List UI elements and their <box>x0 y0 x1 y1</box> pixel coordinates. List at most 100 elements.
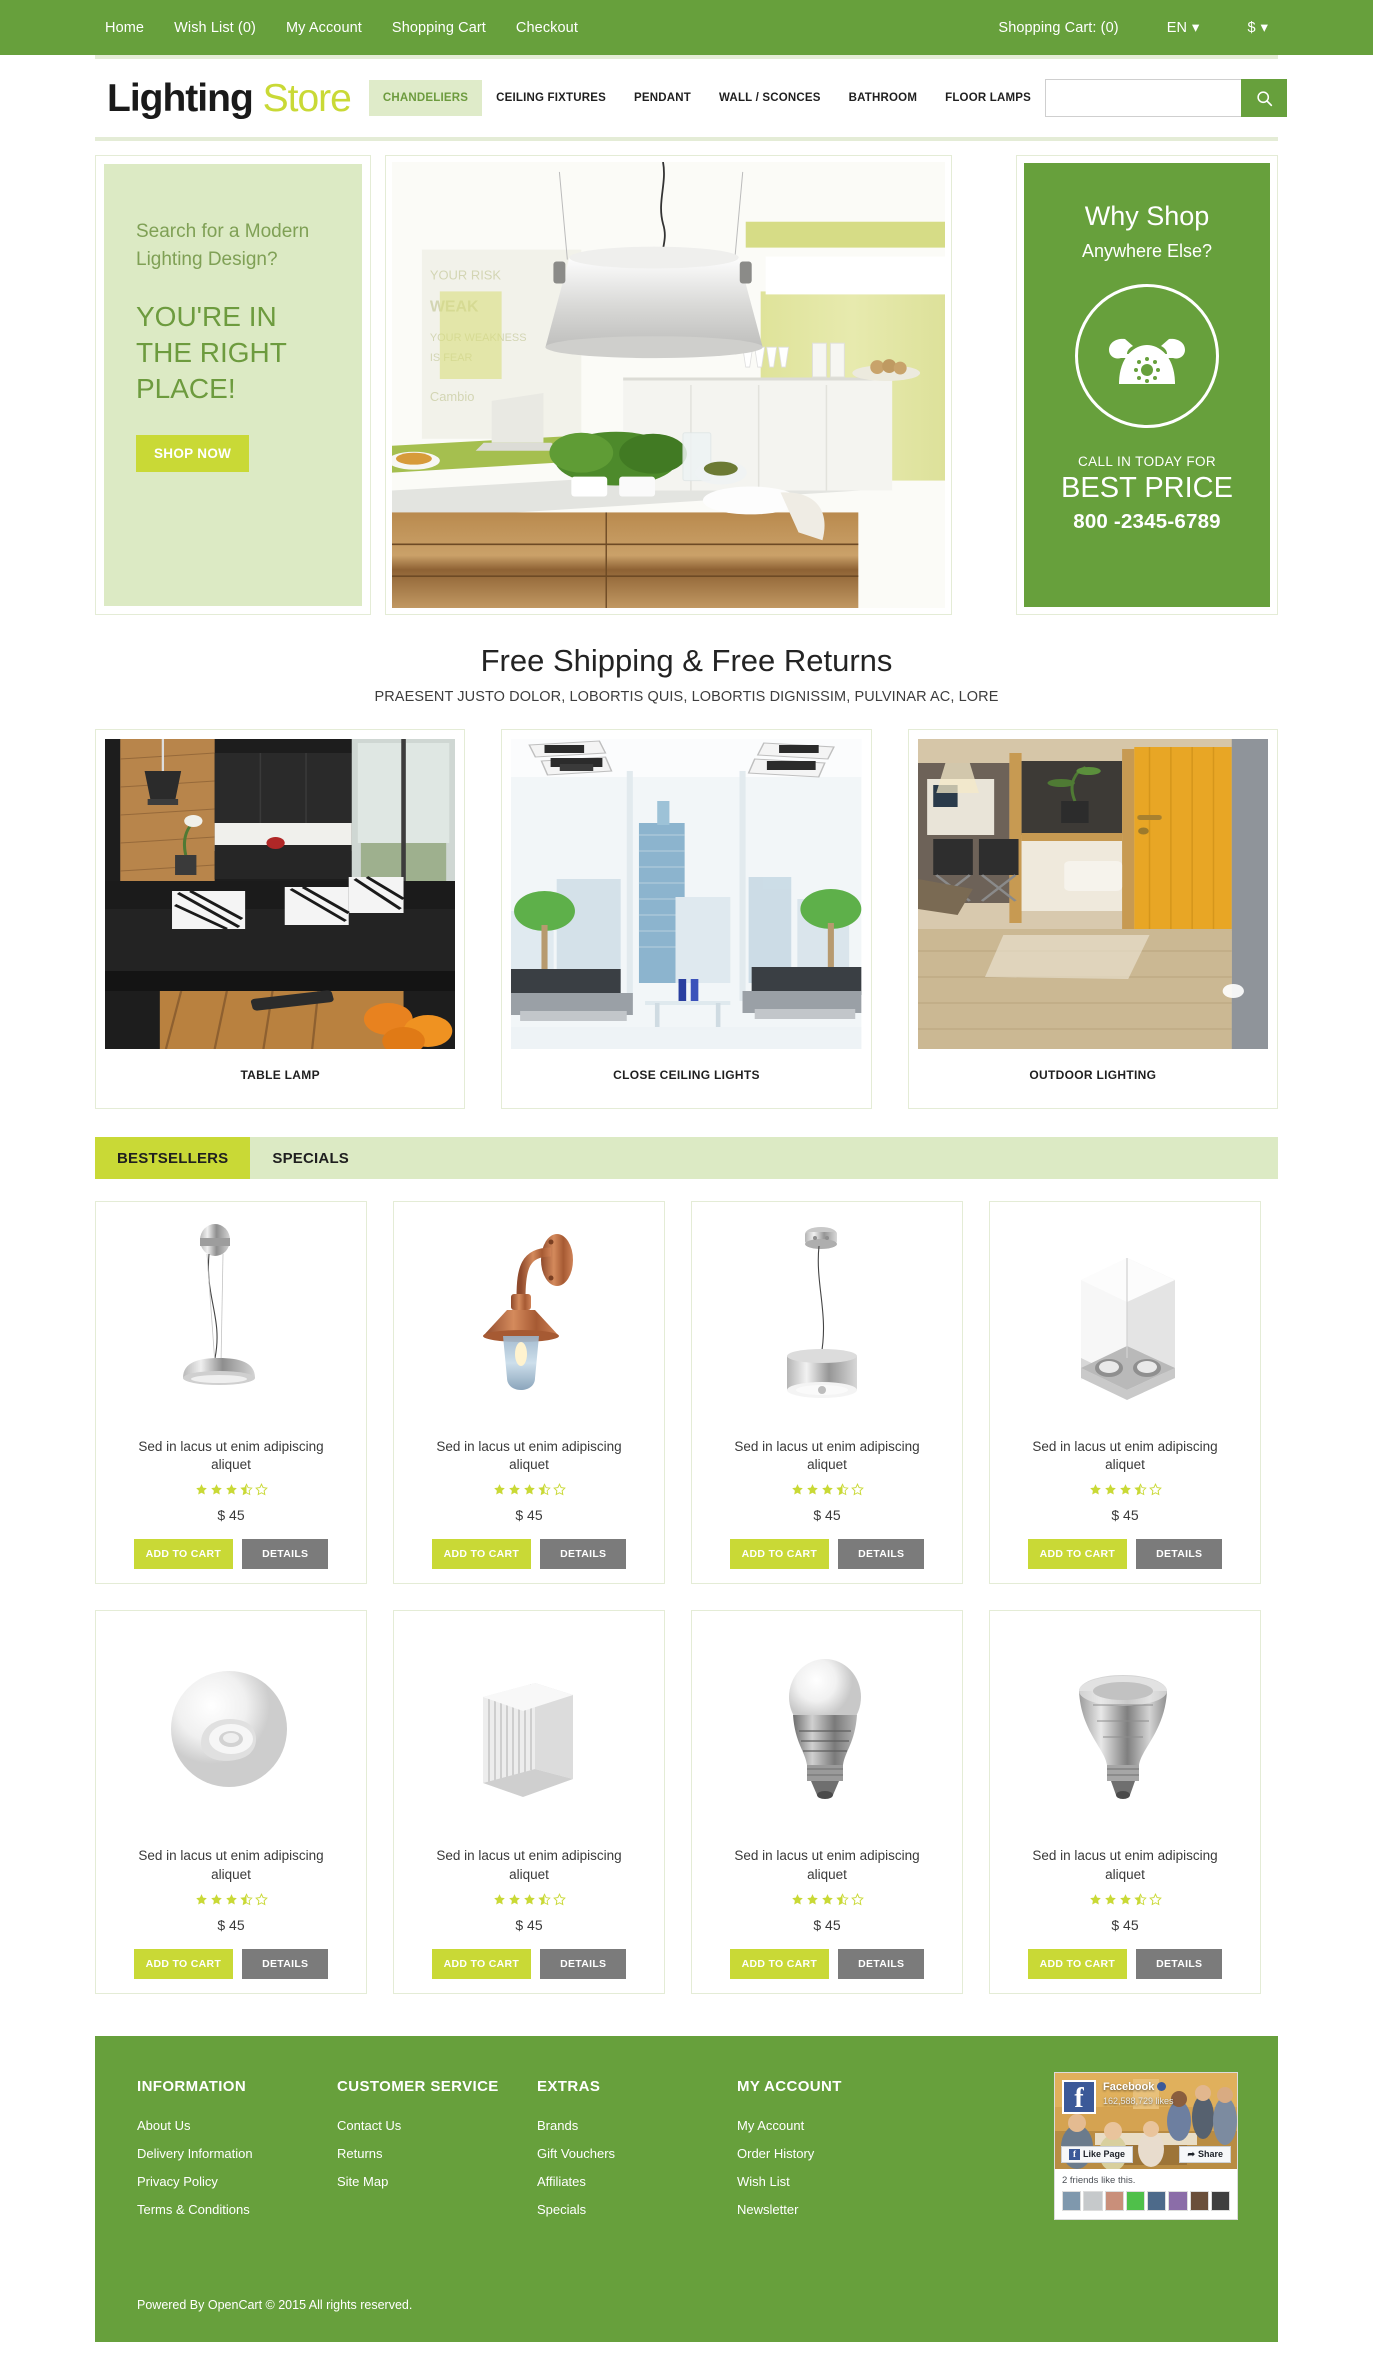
nav-item-chandeliers[interactable]: CHANDELIERS <box>368 80 483 116</box>
currency-label: $ <box>1247 19 1256 36</box>
nav-item-ceiling-fixtures[interactable]: CEILING FIXTURES <box>482 80 620 116</box>
product-actions: ADD TO CART DETAILS <box>431 1539 627 1570</box>
nav-item-pendant[interactable]: PENDANT <box>620 80 705 116</box>
nav-item-floor-lamps[interactable]: FLOOR LAMPS <box>931 80 1045 116</box>
category-cards: TABLE LAMP CLOSE CEILING LIGHTS OUTDOOR … <box>0 705 1373 1109</box>
topbar-link-checkout[interactable]: Checkout <box>516 20 578 36</box>
avatar[interactable] <box>1210 2190 1230 2211</box>
details-button[interactable]: DETAILS <box>838 1539 925 1570</box>
hero-slider[interactable]: YOUR RISK WEAK YOUR WEAKNESS IS FEAR Cam… <box>385 155 952 615</box>
language-selector[interactable]: EN ▾ <box>1167 20 1200 36</box>
add-to-cart-button[interactable]: ADD TO CART <box>1027 1539 1128 1570</box>
shipping-promo-subheading: PRAESENT JUSTO DOLOR, LOBORTIS QUIS, LOB… <box>374 689 999 705</box>
cart-status-link[interactable]: Shopping Cart: (0) <box>998 20 1118 36</box>
avatar[interactable] <box>1168 2190 1188 2211</box>
add-to-cart-button[interactable]: ADD TO CART <box>1027 1948 1128 1979</box>
details-button[interactable]: DETAILS <box>242 1539 329 1570</box>
avatar[interactable] <box>1147 2190 1167 2211</box>
details-button[interactable]: DETAILS <box>1136 1948 1223 1979</box>
avatar[interactable] <box>1083 2190 1103 2211</box>
category-card-outdoor-lighting[interactable]: OUTDOOR LIGHTING <box>907 729 1278 1109</box>
facebook-cover-photo: f Facebook 162,588,729 likes f Like Page… <box>1055 2072 1237 2169</box>
best-price-label: BEST PRICE <box>1061 472 1233 504</box>
product-card[interactable]: Sed in lacus ut enim adipiscing aliquet … <box>393 1610 665 1994</box>
finned-wall-light-icon <box>483 1683 573 1798</box>
footer-link-about-us[interactable]: About Us <box>137 2118 337 2133</box>
header-wrapper: Lighting Store CHANDELIERS CEILING FIXTU… <box>0 55 1373 141</box>
footer-column-information: INFORMATION About Us Delivery Informatio… <box>137 2078 337 2262</box>
details-button[interactable]: DETAILS <box>242 1948 329 1979</box>
add-to-cart-button[interactable]: ADD TO CART <box>133 1948 234 1979</box>
tab-bestsellers[interactable]: BESTSELLERS <box>95 1137 251 1179</box>
category-image-close-ceiling-lights <box>511 739 862 1049</box>
footer-link-gift-vouchers[interactable]: Gift Vouchers <box>537 2146 737 2161</box>
shop-now-button[interactable]: SHOP NOW <box>136 434 250 472</box>
add-to-cart-button[interactable]: ADD TO CART <box>431 1539 532 1570</box>
footer-link-specials[interactable]: Specials <box>537 2202 737 2217</box>
chevron-down-icon: ▾ <box>1192 19 1200 36</box>
details-button[interactable]: DETAILS <box>1136 1539 1223 1570</box>
footer-link-privacy-policy[interactable]: Privacy Policy <box>137 2174 337 2189</box>
product-card[interactable]: Sed in lacus ut enim adipiscing aliquet … <box>691 1201 963 1585</box>
product-card[interactable]: Sed in lacus ut enim adipiscing aliquet … <box>393 1201 665 1585</box>
add-to-cart-button[interactable]: ADD TO CART <box>729 1539 830 1570</box>
currency-selector[interactable]: $ ▾ <box>1247 20 1268 36</box>
footer-link-site-map[interactable]: Site Map <box>337 2174 537 2189</box>
product-card[interactable]: Sed in lacus ut enim adipiscing aliquet … <box>989 1201 1261 1585</box>
details-button[interactable]: DETAILS <box>540 1539 627 1570</box>
call-today-label: CALL IN TODAY FOR <box>1077 454 1217 469</box>
footer-link-order-history[interactable]: Order History <box>737 2146 937 2161</box>
footer-link-my-account[interactable]: My Account <box>737 2118 937 2133</box>
product-image <box>106 1212 356 1424</box>
hero-right-promo: Why Shop Anywhere Else? CALL IN TODAY FO… <box>1016 155 1278 615</box>
facebook-like-page-button[interactable]: f Like Page <box>1061 2145 1134 2163</box>
avatar[interactable] <box>1104 2190 1124 2211</box>
footer-link-wish-list[interactable]: Wish List <box>737 2174 937 2189</box>
search-button[interactable] <box>1241 79 1287 117</box>
footer-heading-my-account: MY ACCOUNT <box>737 2077 842 2095</box>
avatar[interactable] <box>1062 2190 1082 2211</box>
product-card[interactable]: Sed in lacus ut enim adipiscing aliquet … <box>989 1610 1261 1994</box>
topbar-link-my-account[interactable]: My Account <box>286 20 362 36</box>
language-label: EN <box>1166 19 1188 36</box>
facebook-page-widget[interactable]: f Facebook 162,588,729 likes f Like Page… <box>1054 2071 1238 2220</box>
search-input[interactable] <box>1045 79 1241 117</box>
topbar-link-shopping-cart[interactable]: Shopping Cart <box>392 20 486 36</box>
drum-pendant-lamp-icon <box>787 1227 857 1398</box>
product-price: $ 45 <box>217 1916 245 1933</box>
nav-item-bathroom[interactable]: BATHROOM <box>835 80 931 116</box>
product-image <box>702 1212 952 1424</box>
product-card[interactable]: Sed in lacus ut enim adipiscing aliquet … <box>95 1201 367 1585</box>
product-image <box>106 1621 356 1833</box>
site-logo[interactable]: Lighting Store <box>107 79 352 118</box>
avatar[interactable] <box>1125 2190 1145 2211</box>
topbar-link-home[interactable]: Home <box>105 20 144 36</box>
avatar[interactable] <box>1189 2190 1209 2211</box>
add-to-cart-button[interactable]: ADD TO CART <box>729 1948 830 1979</box>
details-button[interactable]: DETAILS <box>540 1948 627 1979</box>
topbar-right-group: Shopping Cart: (0) EN ▾ $ ▾ <box>998 20 1268 36</box>
footer-link-terms-conditions[interactable]: Terms & Conditions <box>137 2202 337 2217</box>
footer-link-delivery-information[interactable]: Delivery Information <box>137 2146 337 2161</box>
footer-link-brands[interactable]: Brands <box>537 2118 737 2133</box>
category-card-close-ceiling-lights[interactable]: CLOSE CEILING LIGHTS <box>501 729 872 1109</box>
footer-link-affiliates[interactable]: Affiliates <box>537 2174 737 2189</box>
footer-link-contact-us[interactable]: Contact Us <box>337 2118 537 2133</box>
details-button[interactable]: DETAILS <box>838 1948 925 1979</box>
footer-link-returns[interactable]: Returns <box>337 2146 537 2161</box>
add-to-cart-button[interactable]: ADD TO CART <box>133 1539 234 1570</box>
add-to-cart-button[interactable]: ADD TO CART <box>431 1948 532 1979</box>
facebook-friends-text: 2 friends like this. <box>1062 2174 1136 2186</box>
footer-link-newsletter[interactable]: Newsletter <box>737 2202 937 2217</box>
topbar-link-wish-list[interactable]: Wish List (0) <box>174 20 256 36</box>
product-rating <box>493 1483 566 1496</box>
facebook-share-button[interactable]: ➦ Share <box>1179 2145 1231 2163</box>
facebook-logo-icon: f <box>1062 2079 1096 2114</box>
product-actions: ADD TO CART DETAILS <box>1027 1948 1223 1979</box>
tab-specials[interactable]: SPECIALS <box>250 1137 371 1179</box>
telephone-glyph <box>1109 338 1185 384</box>
nav-item-wall-sconces[interactable]: WALL / SCONCES <box>705 80 835 116</box>
product-card[interactable]: Sed in lacus ut enim adipiscing aliquet … <box>95 1610 367 1994</box>
product-card[interactable]: Sed in lacus ut enim adipiscing aliquet … <box>691 1610 963 1994</box>
category-card-table-lamp[interactable]: TABLE LAMP <box>95 729 466 1109</box>
